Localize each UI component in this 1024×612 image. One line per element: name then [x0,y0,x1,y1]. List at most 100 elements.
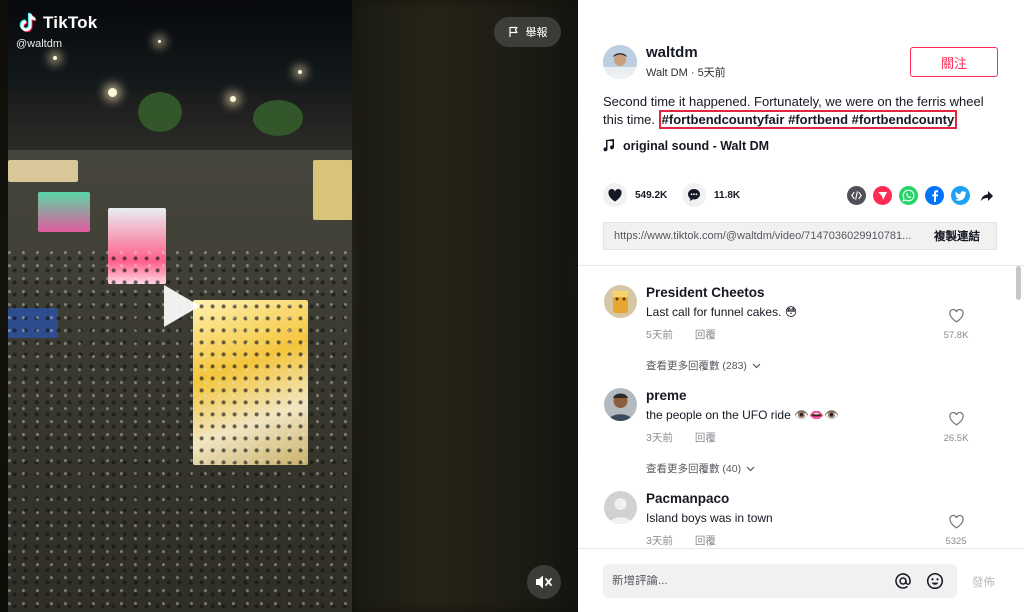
comment-icon [688,189,700,201]
hashtag-link[interactable]: #fortbend [788,112,848,127]
view-more-replies-label: 查看更多回覆數 (40) [646,463,742,475]
commenter-name[interactable]: preme [646,388,687,403]
action-bar: 549.2K 11.8K [603,183,999,207]
like-button[interactable] [603,183,627,207]
tiktok-logo-icon [19,12,37,33]
chevron-down-icon [746,466,755,471]
comment-time: 3天前 [646,432,673,444]
hashtag-highlight-box: #fortbendcountyfair #fortbend #fortbendc… [658,110,958,129]
hashtag-link[interactable]: #fortbendcountyfair [662,112,785,127]
comment-meta: 3天前 回覆 [646,430,716,445]
author-username[interactable]: waltdm [646,44,726,61]
whatsapp-share-button[interactable] [899,186,918,205]
author-avatar[interactable] [603,45,637,79]
commenter-avatar[interactable] [604,285,637,318]
twitter-icon [954,190,966,201]
tiktok-logo[interactable]: TikTok [16,12,97,34]
play-icon[interactable] [164,285,200,327]
music-note-icon [603,139,615,152]
video-booth [8,160,78,182]
author-block[interactable]: waltdm Walt DM · 5天前 [603,44,726,80]
music-link[interactable]: original sound - Walt DM [603,139,769,153]
default-avatar-icon [604,491,637,524]
commenter-name[interactable]: President Cheetos [646,285,765,300]
view-more-replies[interactable]: 查看更多回覆數 (283) [646,358,761,373]
reply-button[interactable]: 回覆 [695,533,716,548]
heart-outline-icon [948,514,964,529]
view-more-replies[interactable]: 查看更多回覆數 (40) [646,461,755,476]
video-tree [138,92,182,132]
emoji-icon [926,572,944,590]
music-title: original sound - Walt DM [623,139,770,153]
facebook-share-button[interactable] [925,186,944,205]
comment-like[interactable]: 26.5K [941,411,971,444]
video-link-url[interactable]: https://www.tiktok.com/@waltdm/video/714… [604,230,916,242]
comment-like[interactable]: 57.8K [941,308,971,341]
copy-link-button[interactable]: 複製連結 [916,228,980,244]
embed-button[interactable] [847,186,866,205]
follow-button[interactable]: 關注 [910,47,998,77]
commenter-avatar[interactable] [604,491,637,524]
video-booth [313,160,352,220]
muted-speaker-icon [536,575,552,589]
reply-button[interactable]: 回覆 [695,430,716,445]
blurred-background [352,0,578,612]
comment-scrollbar[interactable] [1015,266,1022,546]
video-light [108,88,117,97]
heart-outline-icon [948,308,964,323]
comment-meta: 5天前 回覆 [646,327,716,342]
video-light [230,96,236,102]
video-booth [38,192,90,232]
commenter-avatar-image [604,285,637,318]
video-watermark-handle: @waltdm [16,38,63,50]
comment-like-count: 5325 [945,536,967,547]
heart-icon [608,188,622,201]
heart-outline-icon [948,411,964,426]
commenter-avatar[interactable] [604,388,637,421]
like-action[interactable]: 549.2K [603,183,667,207]
mention-button[interactable] [893,571,913,591]
comment-count: 11.8K [714,189,741,201]
comment-button[interactable] [682,183,706,207]
report-button[interactable]: 舉報 [494,17,561,47]
comment-time: 5天前 [646,329,673,341]
emoji-button[interactable] [925,571,945,591]
embed-icon [851,191,862,200]
video-caption: Second time it happened. Fortunately, we… [603,93,1003,129]
author-subline: Walt DM · 5天前 [646,64,726,80]
commenter-avatar-image [604,388,637,421]
commenter-name[interactable]: Pacmanpaco [646,491,729,506]
mute-button[interactable] [527,565,561,599]
comment-like-count: 57.8K [943,330,969,341]
video-light [53,56,57,60]
comment-text: Island boys was in town [646,511,773,525]
comment-time: 3天前 [646,535,673,547]
author-display-name: Walt DM [646,67,688,79]
video-tree [253,100,303,136]
report-label: 舉報 [525,27,548,39]
send-to-friends-button[interactable] [873,186,892,205]
comment-action[interactable]: 11.8K [682,183,740,207]
send-icon [878,192,887,200]
share-arrow-icon [980,190,993,201]
comment-meta: 3天前 回覆 [646,533,716,548]
hashtag-link[interactable]: #fortbendcounty [852,112,955,127]
comment-composer [603,564,957,598]
comment-input[interactable] [603,575,893,587]
post-comment-button[interactable]: 發佈 [972,574,995,590]
at-icon [895,573,911,589]
comment-text: Last call for funnel cakes. 😳 [646,305,798,319]
comment-composer-bar: 發佈 [578,548,1024,612]
comment-list[interactable]: President Cheetos Last call for funnel c… [578,266,1014,548]
facebook-icon [932,190,939,202]
video-light [158,40,161,43]
more-share-button[interactable] [977,186,996,205]
comment-like[interactable]: 5325 [941,514,971,547]
tiktok-wordmark: TikTok [43,13,98,32]
view-more-replies-label: 查看更多回覆數 (283) [646,360,747,372]
video-stage[interactable]: TikTok @waltdm 舉報 [0,0,578,612]
reply-button[interactable]: 回覆 [695,327,716,342]
tiktok-video-page: TikTok @waltdm 舉報 waltdm Walt DM · 5天前 關… [0,0,1024,612]
scrollbar-thumb[interactable] [1016,266,1021,300]
twitter-share-button[interactable] [951,186,970,205]
